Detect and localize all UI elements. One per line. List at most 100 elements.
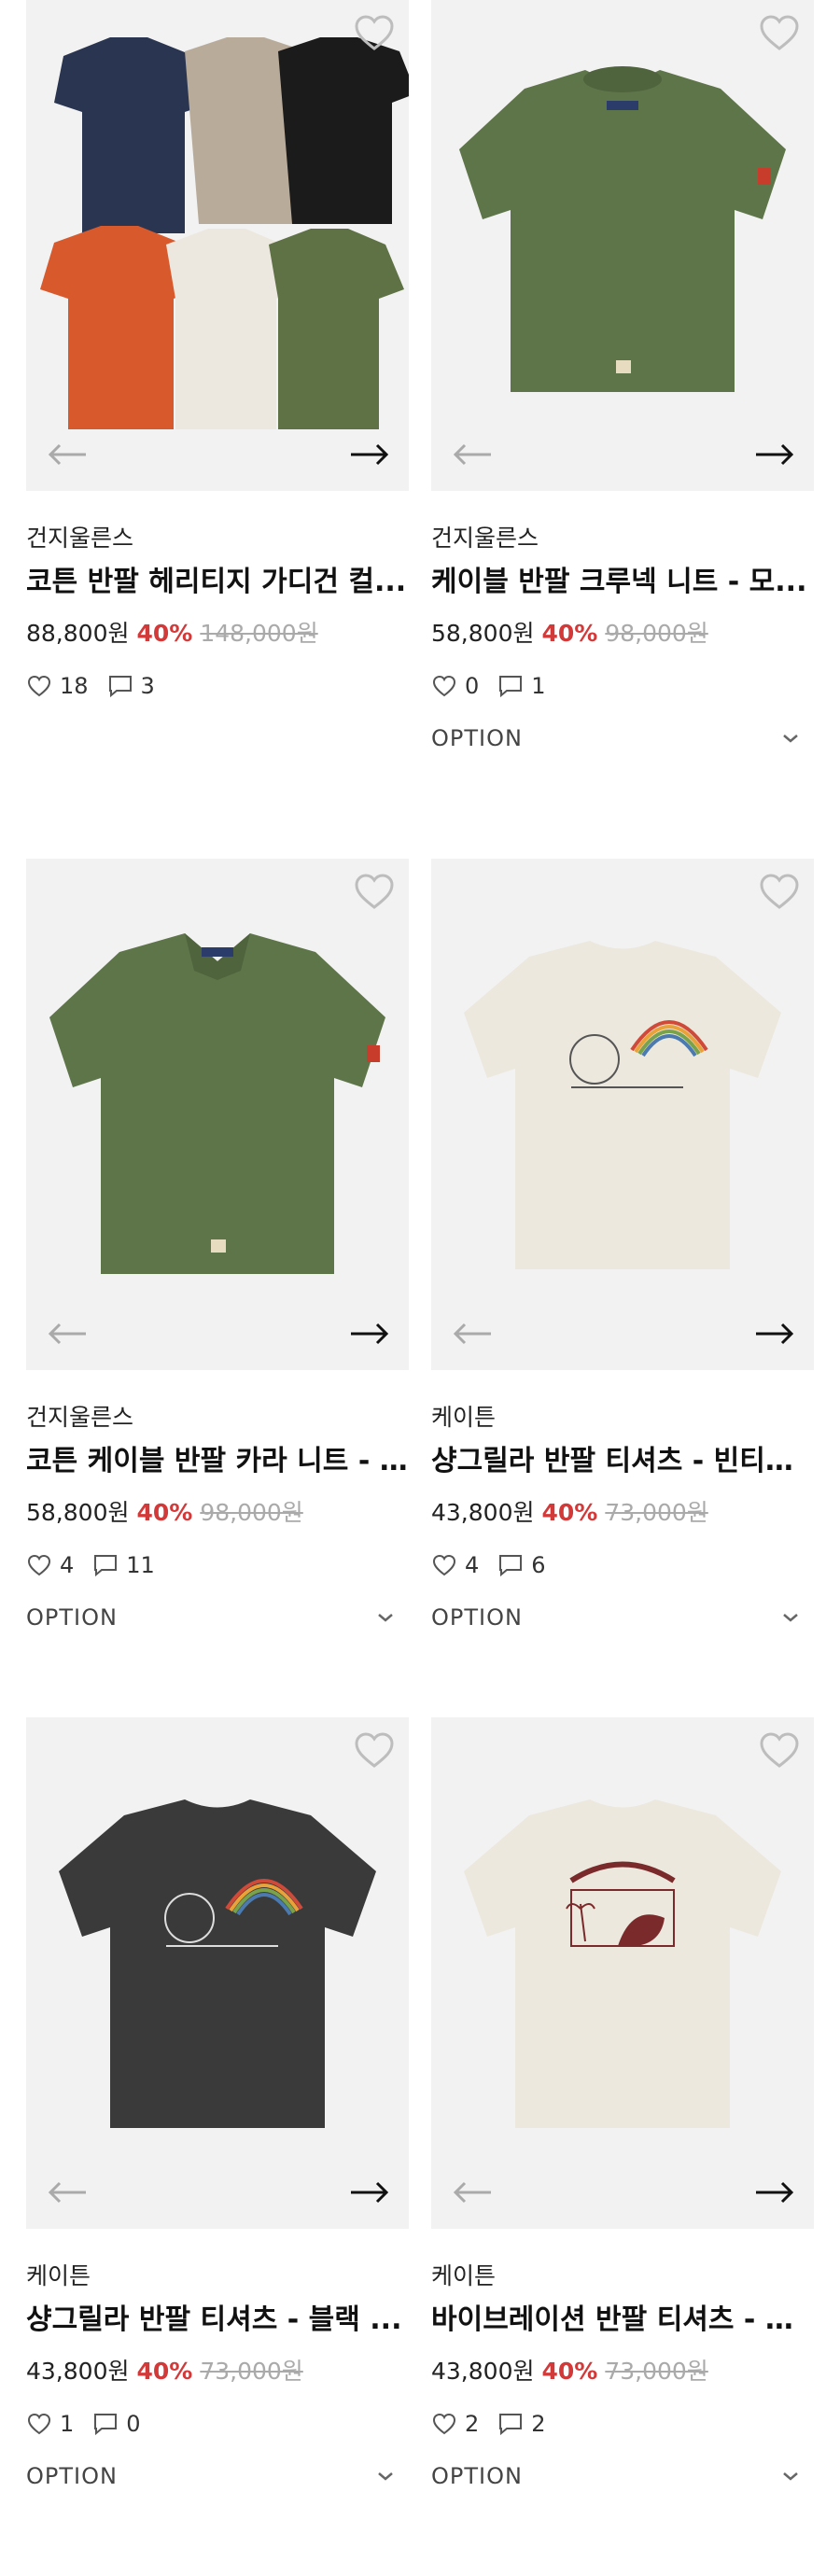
prev-image-button[interactable] <box>452 1322 493 1346</box>
prev-image-button[interactable] <box>47 1322 88 1346</box>
option-label: OPTION <box>431 2463 523 2489</box>
option-label: OPTION <box>26 1604 118 1631</box>
favorite-button[interactable] <box>758 872 801 911</box>
brand-name[interactable]: 케이튼 <box>26 2261 409 2292</box>
comment-icon[interactable] <box>107 674 133 698</box>
arrow-right-icon <box>756 443 794 466</box>
option-label: OPTION <box>431 1604 523 1631</box>
favorite-button[interactable] <box>353 13 396 52</box>
discount-rate: 40% <box>541 1499 598 1526</box>
arrow-left-icon <box>48 1323 86 1345</box>
sale-price: 43,800원 <box>431 1499 535 1526</box>
comment-icon[interactable] <box>92 2412 119 2436</box>
brand-name[interactable]: 케이튼 <box>431 2261 814 2292</box>
product-card[interactable]: 케이튼 샹그릴라 반팔 티셔츠 - 블랙 ... 43,800원 40% 73,… <box>26 1717 409 2576</box>
brand-name[interactable]: 건지울른스 <box>26 1402 409 1434</box>
product-title[interactable]: 바이브레이션 반팔 티셔츠 - 빈... <box>431 2302 814 2339</box>
product-grid: 건지울른스 코튼 반팔 헤리티지 가디건 컬... 88,800원 40% 14… <box>26 0 814 2576</box>
heart-icon[interactable] <box>431 674 457 698</box>
option-dropdown[interactable]: OPTION <box>431 1602 814 1633</box>
sale-price: 43,800원 <box>26 2358 130 2385</box>
heart-icon[interactable] <box>26 2412 52 2436</box>
product-image-area[interactable] <box>26 1717 409 2229</box>
option-dropdown[interactable]: OPTION <box>26 2460 409 2492</box>
next-image-button[interactable] <box>754 1322 795 1346</box>
product-card[interactable]: 케이튼 샹그릴라 반팔 티셔츠 - 빈티지... 43,800원 40% 73,… <box>431 859 814 1717</box>
prev-image-button[interactable] <box>452 442 493 467</box>
prev-image-button[interactable] <box>452 2180 493 2205</box>
price-row: 43,800원 40% 73,000원 <box>26 2354 409 2389</box>
arrow-left-icon <box>48 2181 86 2204</box>
product-image-area[interactable] <box>431 1717 814 2229</box>
comment-count: 2 <box>531 2411 546 2437</box>
original-price: 73,000원 <box>605 1499 708 1526</box>
brand-name[interactable]: 케이튼 <box>431 1402 814 1434</box>
prev-image-button[interactable] <box>47 442 88 467</box>
heart-icon[interactable] <box>431 1553 457 1577</box>
comment-icon[interactable] <box>497 2412 524 2436</box>
arrow-right-icon <box>351 2181 389 2204</box>
like-count: 0 <box>465 673 480 699</box>
product-title[interactable]: 샹그릴라 반팔 티셔츠 - 블랙 ... <box>26 2302 409 2339</box>
like-count: 4 <box>60 1552 75 1578</box>
product-image-area[interactable] <box>431 0 814 491</box>
product-card[interactable]: 건지울른스 코튼 반팔 헤리티지 가디건 컬... 88,800원 40% 14… <box>26 0 409 859</box>
product-image-area[interactable] <box>431 859 814 1370</box>
comment-icon[interactable] <box>497 1553 524 1577</box>
chevron-down-icon <box>783 2472 798 2481</box>
sale-price: 43,800원 <box>431 2358 535 2385</box>
next-image-button[interactable] <box>349 442 390 467</box>
option-dropdown[interactable]: OPTION <box>431 2460 814 2492</box>
arrow-right-icon <box>756 1323 794 1345</box>
next-image-button[interactable] <box>349 2180 390 2205</box>
heart-icon[interactable] <box>26 674 52 698</box>
product-image <box>431 859 814 1370</box>
favorite-button[interactable] <box>758 1730 801 1770</box>
comment-icon[interactable] <box>92 1553 119 1577</box>
arrow-right-icon <box>351 443 389 466</box>
favorite-button[interactable] <box>353 1730 396 1770</box>
comment-count: 6 <box>531 1552 546 1578</box>
heart-outline-icon <box>760 15 799 50</box>
favorite-button[interactable] <box>353 872 396 911</box>
original-price: 73,000원 <box>605 2358 708 2385</box>
option-dropdown[interactable]: OPTION <box>26 1602 409 1633</box>
favorite-button[interactable] <box>758 13 801 52</box>
price-row: 58,800원 40% 98,000원 <box>431 616 814 651</box>
option-dropdown[interactable]: OPTION <box>431 722 814 754</box>
chevron-down-icon <box>783 735 798 743</box>
product-card[interactable]: 건지울른스 코튼 케이블 반팔 카라 니트 - ... 58,800원 40% … <box>26 859 409 1717</box>
product-image-area[interactable] <box>26 859 409 1370</box>
discount-rate: 40% <box>136 1499 193 1526</box>
like-count: 4 <box>465 1552 480 1578</box>
heart-icon[interactable] <box>26 1553 52 1577</box>
arrow-left-icon <box>453 1323 491 1345</box>
next-image-button[interactable] <box>349 1322 390 1346</box>
meta-row: 4 11 <box>26 1549 409 1581</box>
comment-icon[interactable] <box>497 674 524 698</box>
product-title[interactable]: 코튼 반팔 헤리티지 가디건 컬... <box>26 564 409 601</box>
price-row: 88,800원 40% 148,000원 <box>26 616 409 651</box>
sale-price: 88,800원 <box>26 620 130 647</box>
brand-name[interactable]: 건지울른스 <box>431 523 814 554</box>
product-card[interactable]: 건지울른스 케이블 반팔 크루넥 니트 - 모... 58,800원 40% 9… <box>431 0 814 859</box>
brand-name[interactable]: 건지울른스 <box>26 523 409 554</box>
product-title[interactable]: 코튼 케이블 반팔 카라 니트 - ... <box>26 1443 409 1480</box>
original-price: 73,000원 <box>200 2358 303 2385</box>
heart-outline-icon <box>355 1732 394 1768</box>
product-image <box>431 1717 814 2229</box>
product-image <box>26 1717 409 2229</box>
product-image <box>26 859 409 1370</box>
sale-price: 58,800원 <box>431 620 535 647</box>
sale-price: 58,800원 <box>26 1499 130 1526</box>
arrow-left-icon <box>453 2181 491 2204</box>
product-image-area[interactable] <box>26 0 409 491</box>
next-image-button[interactable] <box>754 2180 795 2205</box>
heart-icon[interactable] <box>431 2412 457 2436</box>
price-row: 58,800원 40% 98,000원 <box>26 1495 409 1531</box>
product-title[interactable]: 케이블 반팔 크루넥 니트 - 모... <box>431 564 814 601</box>
next-image-button[interactable] <box>754 442 795 467</box>
product-card[interactable]: 케이튼 바이브레이션 반팔 티셔츠 - 빈... 43,800원 40% 73,… <box>431 1717 814 2576</box>
prev-image-button[interactable] <box>47 2180 88 2205</box>
product-title[interactable]: 샹그릴라 반팔 티셔츠 - 빈티지... <box>431 1443 814 1480</box>
